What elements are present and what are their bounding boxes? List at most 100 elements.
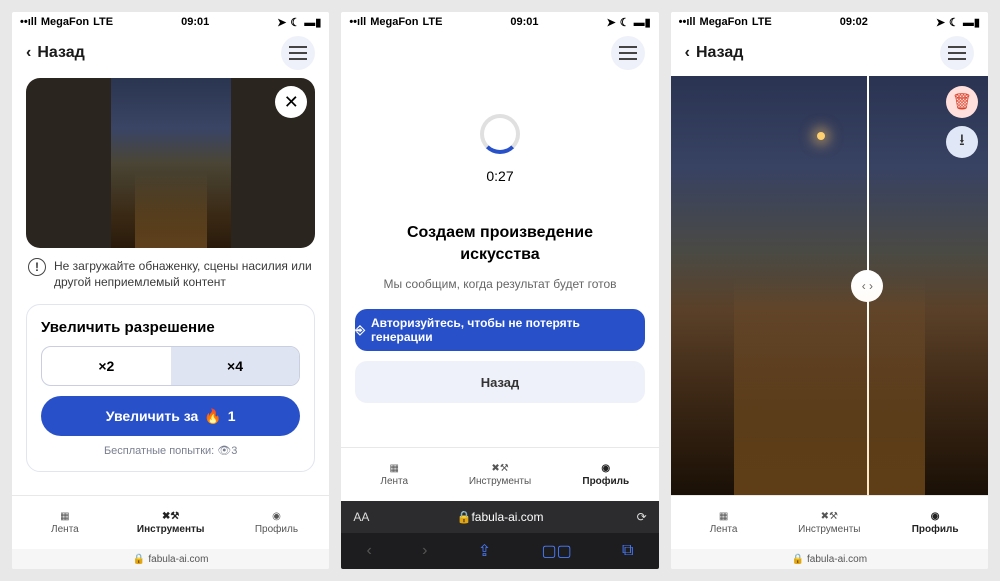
delete-button[interactable]: 🗑 (946, 86, 978, 118)
back-label: Назад (481, 375, 520, 390)
network-label: LTE (422, 16, 442, 28)
menu-button[interactable] (611, 36, 645, 70)
tab-feed[interactable]: ▦ Лента (671, 496, 777, 549)
tools-icon: ✖⚒ (491, 463, 508, 474)
tab-profile[interactable]: ◉ Профиль (553, 448, 659, 501)
network-label: LTE (752, 16, 772, 28)
upscale-button-label: Увеличить за (106, 408, 199, 424)
uploaded-image (111, 78, 231, 248)
image-preview: ✕ (26, 78, 315, 248)
title-line-2: искусства (460, 246, 539, 263)
tab-tools-label: Инструменты (137, 524, 205, 535)
screen-upscale-settings: ••ıll MegaFon LTE 09:01 ➤ ☾ ▬▮ ‹ Назад ✕… (12, 12, 329, 569)
result-image-compare[interactable]: ‹ › 🗑 ⭳ (671, 76, 988, 495)
title-line-1: Создаем произведение (407, 224, 593, 241)
action-column: 🗑 ⭳ (946, 86, 978, 158)
tabbar: ▦ Лента ✖⚒ Инструменты ◉ Профиль (341, 447, 658, 501)
clock: 09:02 (840, 16, 868, 28)
tab-tools[interactable]: ✖⚒ Инструменты (776, 496, 882, 549)
auth-button-label: Авторизуйтесь, чтобы не потерять генерац… (371, 316, 645, 344)
header: ‹ Назад (12, 32, 329, 74)
battery-icon: ▬▮ (963, 16, 980, 29)
url-text: fabula-ai.com (471, 510, 543, 524)
generating-title: Создаем произведение искусства (355, 222, 644, 265)
remove-image-button[interactable]: ✕ (275, 86, 307, 118)
warning-text: Не загружайте обнаженку, сцены насилия и… (54, 258, 313, 290)
auth-button[interactable]: ⎆ Авторизуйтесь, чтобы не потерять генер… (355, 309, 644, 351)
menu-button[interactable] (281, 36, 315, 70)
tab-feed[interactable]: ▦ Лента (12, 496, 118, 549)
header (341, 32, 658, 74)
hamburger-icon (289, 46, 307, 60)
tab-tools[interactable]: ✖⚒ Инструменты (447, 448, 553, 501)
chevron-left-icon: ‹ (685, 44, 690, 62)
tab-feed[interactable]: ▦ Лента (341, 448, 447, 501)
hamburger-icon (619, 46, 637, 60)
screen-generating: ••ıll MegaFon LTE 09:01 ➤ ☾ ▬▮ 0:27 Созд… (341, 12, 658, 569)
upscale-card: Увеличить разрешение ×2 ×4 Увеличить за … (26, 304, 315, 472)
safari-back-icon[interactable]: ‹ (366, 542, 371, 560)
carrier-label: MegaFon (370, 16, 418, 28)
scale-segmented: ×2 ×4 (41, 346, 300, 386)
compare-slider-line (867, 76, 869, 495)
profile-icon: ◉ (601, 463, 610, 474)
tabs-icon[interactable]: ⧉ (622, 542, 633, 560)
compare-slider-handle[interactable]: ‹ › (851, 270, 883, 302)
menu-button[interactable] (940, 36, 974, 70)
tab-feed-label: Лента (380, 476, 408, 487)
share-icon[interactable]: ⇪ (478, 541, 491, 561)
profile-icon: ◉ (931, 511, 940, 522)
safari-aa-button[interactable]: AA (353, 510, 369, 524)
signal-icon: ••ıll (679, 16, 696, 28)
battery-icon: ▬▮ (304, 16, 321, 29)
free-attempts-count: 3 (231, 445, 237, 457)
tab-tools-label: Инструменты (798, 524, 860, 535)
upscale-button[interactable]: Увеличить за 🔥1 (41, 396, 300, 436)
trash-icon: 🗑 (952, 92, 972, 112)
back-label: Назад (696, 44, 743, 62)
safari-url-bar[interactable]: AA 🔒 fabula-ai.com ⟳ (341, 501, 658, 533)
url-text: fabula-ai.com (148, 554, 208, 565)
back-button-secondary[interactable]: Назад (355, 361, 644, 403)
fire-icon: 🔥 (204, 408, 221, 425)
chevron-left-icon: ‹ (26, 44, 31, 62)
bookmarks-icon[interactable]: ▢▢ (541, 541, 571, 561)
content-warning: ! Не загружайте обнаженку, сцены насилия… (28, 258, 313, 290)
tab-feed-label: Лента (710, 524, 738, 535)
tab-profile[interactable]: ◉ Профиль (882, 496, 988, 549)
signal-icon: ••ıll (349, 16, 366, 28)
carrier-label: MegaFon (41, 16, 89, 28)
download-button[interactable]: ⭳ (946, 126, 978, 158)
screen-result-compare: ••ıll MegaFon LTE 09:02 ➤ ☾ ▬▮ ‹ Назад ‹… (671, 12, 988, 569)
back-button[interactable]: ‹ Назад (685, 44, 744, 62)
status-bar: ••ıll MegaFon LTE 09:02 ➤ ☾ ▬▮ (671, 12, 988, 32)
network-label: LTE (93, 16, 113, 28)
hamburger-icon (948, 46, 966, 60)
tab-feed-label: Лента (51, 524, 79, 535)
browser-url-bar: 🔒 fabula-ai.com (12, 549, 329, 569)
status-bar: ••ıll MegaFon LTE 09:01 ➤ ☾ ▬▮ (341, 12, 658, 32)
eye-icon: 👁 (217, 445, 231, 457)
generating-subtitle: Мы сообщим, когда результат будет готов (355, 277, 644, 291)
tools-icon: ✖⚒ (821, 511, 838, 522)
loading-spinner (480, 114, 520, 154)
location-icon: ➤ (277, 16, 286, 29)
tab-profile-label: Профиль (255, 524, 298, 535)
grid-icon: ▦ (719, 511, 728, 522)
clock: 09:01 (510, 16, 538, 28)
tools-icon: ✖⚒ (162, 511, 179, 522)
tab-profile-label: Профиль (582, 476, 629, 487)
safari-forward-icon[interactable]: › (422, 542, 427, 560)
grid-icon: ▦ (389, 463, 398, 474)
download-icon: ⭳ (959, 129, 965, 156)
refresh-icon[interactable]: ⟳ (637, 510, 647, 524)
back-button[interactable]: ‹ Назад (26, 44, 85, 62)
battery-icon: ▬▮ (634, 16, 651, 29)
scale-option-x4[interactable]: ×4 (171, 347, 300, 385)
scale-option-x2[interactable]: ×2 (42, 347, 171, 385)
tab-profile[interactable]: ◉ Профиль (224, 496, 330, 549)
tab-tools[interactable]: ✖⚒ Инструменты (118, 496, 224, 549)
location-icon: ➤ (607, 16, 616, 29)
tabbar: ▦ Лента ✖⚒ Инструменты ◉ Профиль (12, 495, 329, 549)
close-icon: ✕ (284, 92, 299, 113)
